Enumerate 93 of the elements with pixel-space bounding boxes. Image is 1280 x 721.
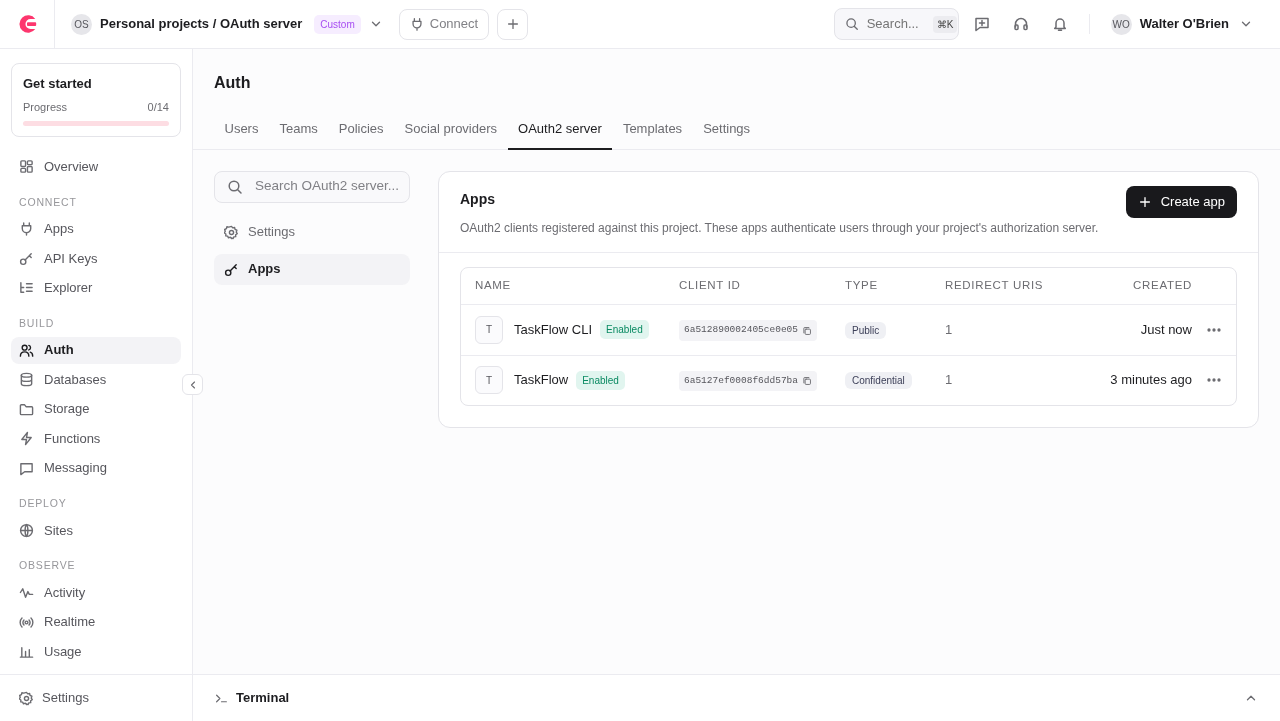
database-icon — [19, 372, 34, 387]
project-avatar: OS — [71, 13, 92, 35]
chat-icon — [19, 460, 34, 476]
user-name[interactable]: Walter O'Brien — [1139, 14, 1229, 34]
shortcut-hint: ⌘K — [932, 15, 958, 33]
terminal-label[interactable]: Terminal — [236, 688, 290, 708]
plug-icon — [409, 17, 424, 31]
settings-icon — [224, 224, 239, 240]
status-badge: Enabled — [600, 320, 649, 339]
app-name[interactable]: TaskFlow CLI — [514, 319, 593, 340]
table-cell-text: 3 minutes ago — [1109, 371, 1192, 390]
settings-icon — [19, 690, 34, 706]
tab[interactable]: Users — [214, 115, 269, 150]
app-avatar: T — [475, 315, 503, 344]
lightning-icon — [19, 431, 34, 446]
column-header: REDIRECT URIS — [945, 277, 1045, 293]
subnav-item[interactable]: Apps — [214, 253, 410, 285]
table-cell-text: 1 — [945, 320, 954, 339]
key-icon — [224, 261, 239, 277]
key-icon — [19, 250, 34, 266]
sidebar-item[interactable]: Storage — [11, 395, 181, 423]
status-badge: Enabled — [576, 370, 625, 390]
bar-chart-icon — [19, 644, 34, 659]
add-button[interactable] — [497, 8, 529, 40]
search-icon — [227, 178, 243, 195]
list-icon — [19, 280, 34, 296]
search-field[interactable]: Search... ⌘K — [833, 8, 959, 40]
copy-icon — [802, 376, 813, 386]
project-breadcrumb[interactable]: Personal projects / OAuth server — [100, 14, 303, 34]
sidebar-item[interactable]: Realtime — [11, 608, 181, 636]
progress-label: Progress — [23, 99, 68, 115]
column-header: TYPE — [845, 277, 879, 293]
tab[interactable]: Teams — [268, 115, 329, 150]
sidebar-item[interactable]: Settings — [19, 688, 89, 708]
search-icon — [844, 17, 859, 31]
panel-description: OAuth2 clients registered against this project. These apps authenticate users through your project's authorization server. — [460, 219, 1099, 237]
section-heading: OBSERVE — [18, 558, 77, 574]
plug-icon — [19, 221, 34, 237]
app-name[interactable]: TaskFlow — [514, 370, 569, 390]
section-heading: BUILD — [18, 315, 56, 331]
search-field[interactable]: Search OAuth2 server... — [214, 170, 410, 203]
section-heading: CONNECT — [18, 194, 78, 210]
grid-icon — [19, 159, 34, 174]
progress-count: 0/14 — [147, 99, 169, 115]
sidebar-item[interactable]: Apps — [11, 215, 181, 243]
sidebar-item[interactable]: Functions — [11, 425, 181, 452]
feedback-icon[interactable] — [973, 16, 990, 32]
sidebar-item[interactable]: Overview — [11, 153, 181, 180]
sidebar-item[interactable]: Messaging — [11, 454, 181, 482]
search-input[interactable]: Search OAuth2 server... — [253, 175, 403, 198]
copy-icon — [802, 325, 813, 336]
tab[interactable]: Templates — [612, 115, 693, 150]
tab[interactable]: Social providers — [394, 115, 508, 150]
client-id-chip[interactable]: 6a512890002405ce0e05 — [679, 320, 818, 341]
plus-icon — [505, 17, 520, 31]
panel-title: Apps — [460, 189, 496, 209]
tab[interactable]: Settings — [692, 115, 761, 150]
tab[interactable]: Policies — [328, 115, 395, 150]
page-title: Auth — [213, 73, 252, 93]
sidebar-item[interactable]: Activity — [11, 579, 181, 606]
type-badge: Public — [845, 321, 887, 339]
get-started-card[interactable]: Get started Progress 0/14 — [11, 63, 181, 137]
card-title: Get started — [23, 75, 93, 93]
pulse-icon — [19, 585, 34, 600]
globe-icon — [19, 522, 34, 538]
collapse-button[interactable] — [182, 374, 203, 395]
plan-badge: Custom — [314, 14, 361, 34]
plus-icon — [1137, 194, 1152, 209]
client-id-chip[interactable]: 6a5127ef0008f6dd57ba — [679, 370, 818, 392]
support-icon[interactable] — [1012, 16, 1029, 32]
type-badge: Confidential — [845, 372, 912, 390]
notification-icon[interactable] — [1051, 16, 1068, 32]
table-cell-text: Just now — [1139, 320, 1192, 339]
column-header: NAME — [475, 277, 512, 293]
connect-button[interactable]: Connect — [398, 8, 490, 40]
sidebar-item[interactable]: Usage — [11, 638, 181, 665]
subnav-item[interactable]: Settings — [214, 216, 410, 248]
search-input[interactable]: Search... — [864, 13, 927, 35]
app-avatar: T — [475, 366, 503, 394]
sidebar-item[interactable]: Auth — [11, 336, 181, 364]
sidebar-item[interactable]: API Keys — [11, 244, 181, 272]
column-header: CREATED — [1132, 277, 1192, 293]
table-cell-text: 1 — [945, 371, 954, 390]
sidebar-item[interactable]: Databases — [11, 366, 181, 393]
sidebar-item[interactable]: Explorer — [11, 274, 181, 302]
section-heading: DEPLOY — [18, 496, 68, 511]
users-icon — [19, 342, 34, 358]
column-header: CLIENT ID — [679, 277, 742, 293]
create-app-button[interactable]: Create app — [1125, 185, 1237, 218]
tab[interactable]: OAuth2 server — [507, 115, 613, 150]
user-avatar: WO — [1110, 13, 1132, 35]
folder-icon — [19, 401, 34, 417]
sidebar-item[interactable]: Sites — [11, 516, 181, 544]
